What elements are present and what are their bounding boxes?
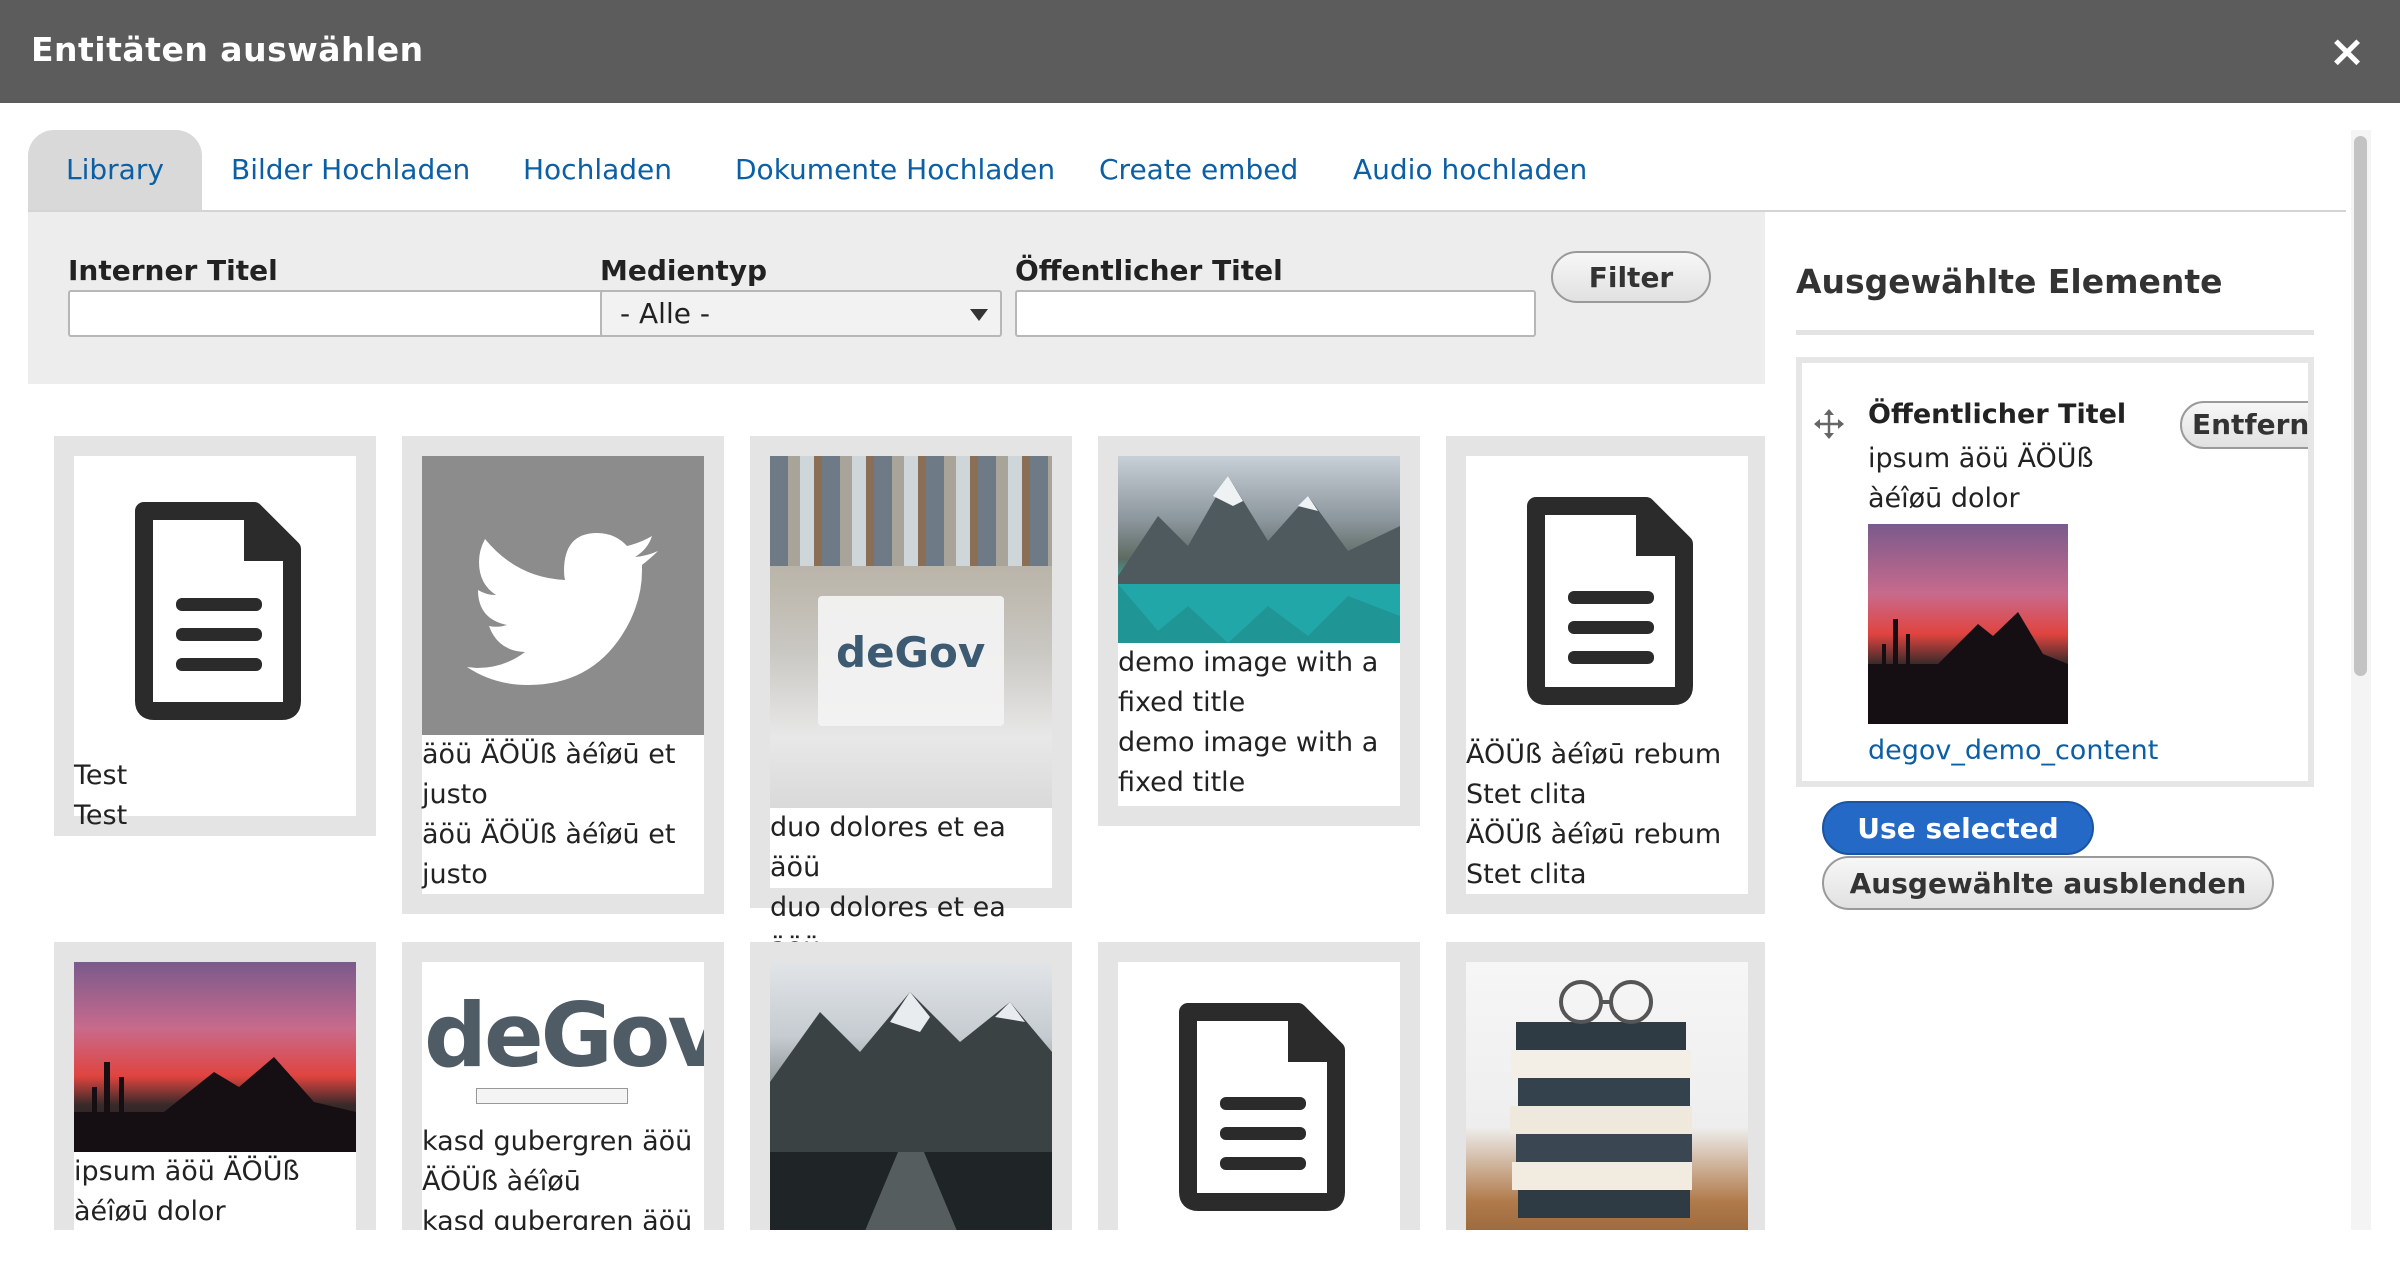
media-caption: kasd gubergren äöü ÄÖÜß àéîøū [422,1126,693,1197]
public-title-input[interactable] [1015,290,1536,337]
close-icon[interactable]: × [2325,24,2369,78]
selected-item-description: ipsum äöü ÄÖÜß àéîøū dolor [1868,443,2094,514]
degov-logo-text: deGov [424,984,704,1087]
media-caption: duo dolores et ea äöü [770,812,1006,883]
tab-dokumente-hochladen[interactable]: Dokumente Hochladen [735,130,1055,210]
media-card[interactable]: äöü ÄÖÜß àéîøū et justo äöü ÄÖÜß àéîøū e… [402,436,724,914]
public-title-label: Öffentlicher Titel [1015,254,1283,287]
media-caption: kasd gubergren äöü [422,1206,693,1230]
media-card[interactable] [1446,942,1765,1230]
filter-bar: Interner Titel Medientyp - Alle - Öffent… [28,212,1765,384]
dialog-title: Entitäten auswählen [31,30,424,69]
media-type-value: - Alle - [620,297,710,330]
tab-bilder-hochladen[interactable]: Bilder Hochladen [231,130,470,210]
media-caption: ÄÖÜß àéîøū rebum Stet clita [1466,819,1722,890]
selected-item-title: Öffentlicher Titel [1868,399,2127,430]
media-card[interactable]: deGov duo dolores et ea äöü duo dolores … [750,436,1072,963]
media-caption: demo image with a fixed title [1118,727,1379,798]
scrollbar-thumb[interactable] [2354,136,2367,676]
hide-selected-button[interactable]: Ausgewählte ausblenden [1822,856,2274,910]
tab-bar: Library Bilder Hochladen Hochladen Dokum… [28,130,2346,212]
move-handle-icon[interactable] [1814,409,1844,439]
degov-banner-text: deGov [836,628,986,677]
use-selected-button[interactable]: Use selected [1822,801,2094,855]
internal-title-label: Interner Titel [68,254,278,287]
document-icon [1118,962,1400,1230]
media-card[interactable]: deGov kasd gubergren äöü ÄÖÜß àéîøū kasd… [402,942,724,1230]
internal-title-input[interactable] [68,290,616,337]
divider [1796,330,2314,335]
books-glasses-photo [1466,962,1748,1230]
media-card[interactable]: ÄÖÜß àéîøū rebum Stet clita ÄÖÜß àéîøū r… [1446,436,1765,914]
media-type-label: Medientyp [600,254,768,287]
media-caption: demo image with a fixed title [1118,647,1379,718]
media-card[interactable]: demo image with a fixed title demo image… [1098,436,1420,826]
document-icon [74,456,356,756]
twitter-bird-icon [422,456,704,735]
document-icon [1466,456,1748,735]
media-caption: Test [74,760,128,791]
media-card[interactable]: Test Test [54,436,376,836]
dialog-titlebar: Entitäten auswählen × [0,0,2400,103]
media-grid: Test Test äöü ÄÖÜß àéîøū et justo äöü ÄÖ… [28,384,1765,1230]
media-caption: äöü ÄÖÜß àéîøū et justo [422,819,676,890]
sunset-photo [74,962,356,1152]
mountain-lake-photo [1118,456,1400,643]
media-card[interactable] [750,942,1072,1230]
media-card[interactable] [1098,942,1420,1230]
media-card[interactable]: ipsum äöü ÄÖÜß àéîøū dolor [54,942,376,1230]
degov-logo: deGov [422,962,704,1122]
chevron-down-icon [970,309,988,321]
tab-hochladen[interactable]: Hochladen [523,130,672,210]
filter-button[interactable]: Filter [1551,251,1711,303]
tab-create-embed[interactable]: Create embed [1099,130,1298,210]
media-type-select[interactable]: - Alle - [600,290,1002,337]
mountain-road-photo [770,962,1052,1230]
selected-item: Öffentlicher Titel ipsum äöü ÄÖÜß àéîøū … [1796,357,2314,787]
selected-item-link[interactable]: degov_demo_content [1868,735,2158,766]
media-caption: Test [74,800,128,831]
degov-banner-photo: deGov [770,456,1052,808]
media-caption: ipsum äöü ÄÖÜß àéîøū dolor [74,1156,300,1227]
media-caption: äöü ÄÖÜß àéîøū et justo [422,739,676,810]
selection-heading: Ausgewählte Elemente [1796,262,2223,301]
sunset-photo [1868,524,2068,724]
media-caption: ÄÖÜß àéîøū rebum Stet clita [1466,739,1722,810]
remove-button[interactable]: Entfernen [2180,401,2308,449]
tab-library[interactable]: Library [28,130,202,210]
selected-elements-panel: Ausgewählte Elemente Öffentlicher Titel … [1765,212,2346,1230]
tab-audio-hochladen[interactable]: Audio hochladen [1353,130,1587,210]
